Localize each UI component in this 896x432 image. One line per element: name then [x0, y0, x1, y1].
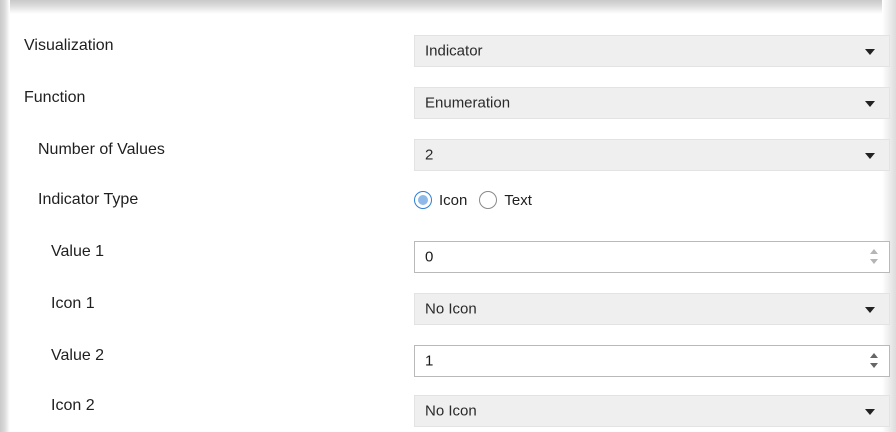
window-shadow-top — [0, 0, 896, 14]
icon-2-label: Icon 2 — [51, 397, 95, 414]
icon-1-value: No Icon — [425, 300, 477, 318]
visualization-dropdown[interactable]: Indicator — [414, 35, 890, 67]
spin-up-icon[interactable] — [870, 249, 878, 254]
function-value: Enumeration — [425, 94, 511, 112]
number-of-values-dropdown[interactable]: 2 — [414, 139, 890, 171]
row-value-1: Value 1 0 — [10, 226, 890, 278]
indicator-type-icon-label: Icon — [439, 191, 468, 209]
indicator-type-text-label: Text — [504, 191, 532, 209]
chevron-down-icon — [865, 153, 875, 159]
icon-2-value: No Icon — [425, 402, 477, 420]
value-1-label: Value 1 — [51, 243, 105, 260]
row-indicator-type: Indicator Type Icon Text — [10, 174, 882, 226]
number-of-values-label: Number of Values — [38, 141, 165, 158]
row-icon-2: Icon 2 No Icon — [10, 380, 890, 432]
icon-1-dropdown[interactable]: No Icon — [414, 293, 890, 325]
value-1-value: 0 — [425, 248, 434, 266]
chevron-down-icon — [865, 49, 875, 55]
function-dropdown[interactable]: Enumeration — [414, 87, 890, 119]
row-function: Function Enumeration — [10, 72, 890, 124]
chevron-down-icon — [865, 101, 875, 107]
indicator-type-radio-group: Icon Text — [414, 188, 544, 212]
indicator-type-icon-option[interactable]: Icon — [414, 191, 467, 209]
parameters-panel: Visualization Indicator Function Enumera… — [10, 14, 890, 432]
function-label: Function — [24, 89, 86, 106]
row-icon-1: Icon 1 No Icon — [10, 278, 890, 330]
icon-2-dropdown[interactable]: No Icon — [414, 395, 890, 427]
spin-down-icon[interactable] — [870, 259, 878, 264]
chevron-down-icon — [865, 409, 875, 415]
value-2-spinbox[interactable]: 1 — [414, 345, 890, 377]
spin-down-icon[interactable] — [870, 363, 878, 368]
value-1-spinbox[interactable]: 0 — [414, 241, 890, 273]
number-of-values-value: 2 — [425, 146, 434, 164]
value-2-label: Value 2 — [51, 347, 105, 364]
window-shadow-left — [0, 0, 10, 432]
radio-unchecked-icon[interactable] — [479, 191, 498, 209]
chevron-down-icon — [865, 307, 875, 313]
radio-checked-icon[interactable] — [414, 191, 432, 209]
icon-1-label: Icon 1 — [51, 295, 95, 312]
spin-up-icon[interactable] — [870, 353, 878, 358]
indicator-type-label: Indicator Type — [38, 191, 139, 208]
indicator-type-text-option[interactable]: Text — [479, 191, 532, 209]
row-visualization: Visualization Indicator — [10, 20, 890, 72]
row-value-2: Value 2 1 — [10, 330, 890, 382]
visualization-value: Indicator — [425, 42, 483, 60]
value-2-value: 1 — [425, 352, 434, 370]
visualization-label: Visualization — [24, 37, 114, 54]
row-number-of-values: Number of Values 2 — [10, 124, 890, 176]
